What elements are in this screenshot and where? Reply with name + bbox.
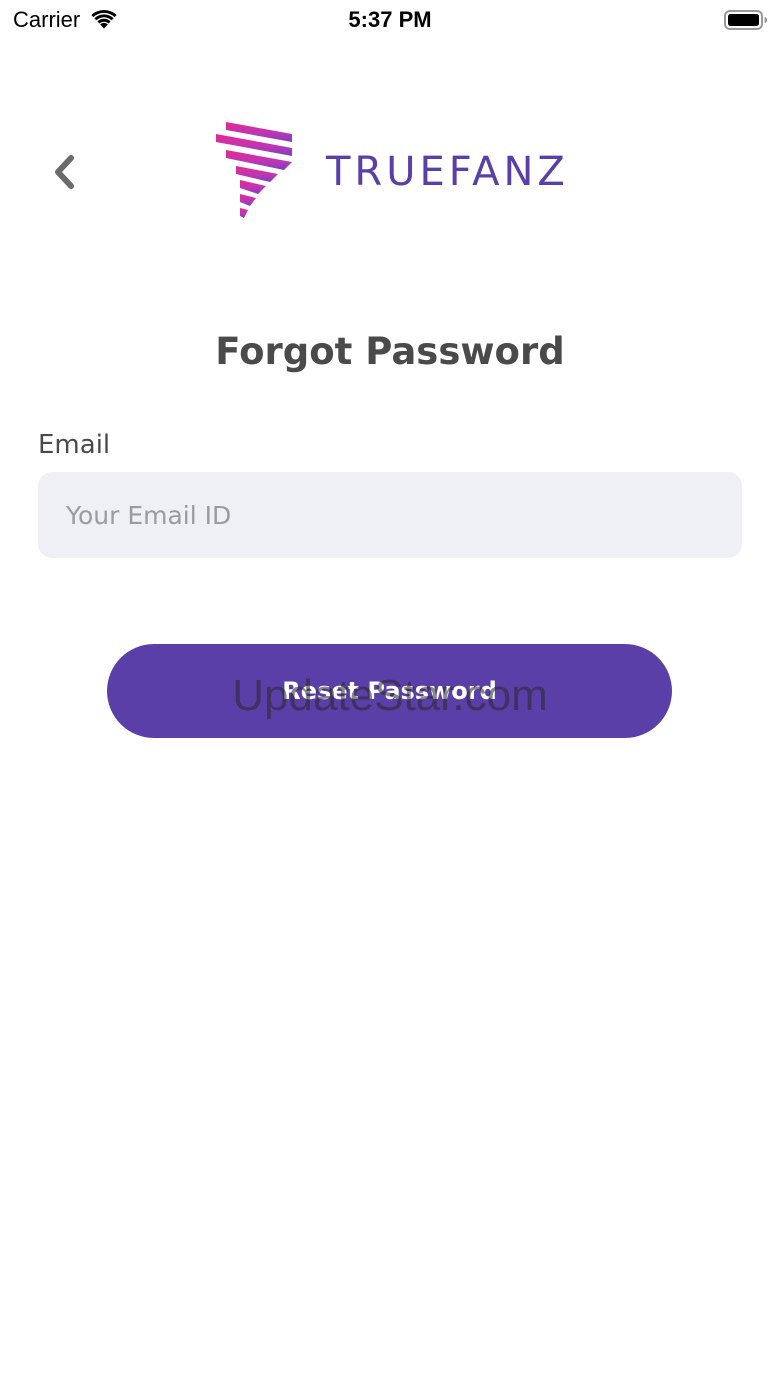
clock: 5:37 PM [348,7,432,32]
back-button[interactable] [40,148,88,196]
truefanz-logo-mark [216,122,292,218]
logo-wordmark: TRUEFANZ [326,149,569,195]
email-field[interactable] [38,472,742,558]
status-bar: Carrier 5:37 PM [0,0,780,40]
battery-icon [724,10,767,30]
truefanz-logo: TRUEFANZ [212,120,572,224]
chevron-left-icon [55,155,74,189]
reset-password-button[interactable]: Reset Password [107,644,672,738]
page-title: Forgot Password [215,330,565,373]
email-label: Email [38,430,111,460]
